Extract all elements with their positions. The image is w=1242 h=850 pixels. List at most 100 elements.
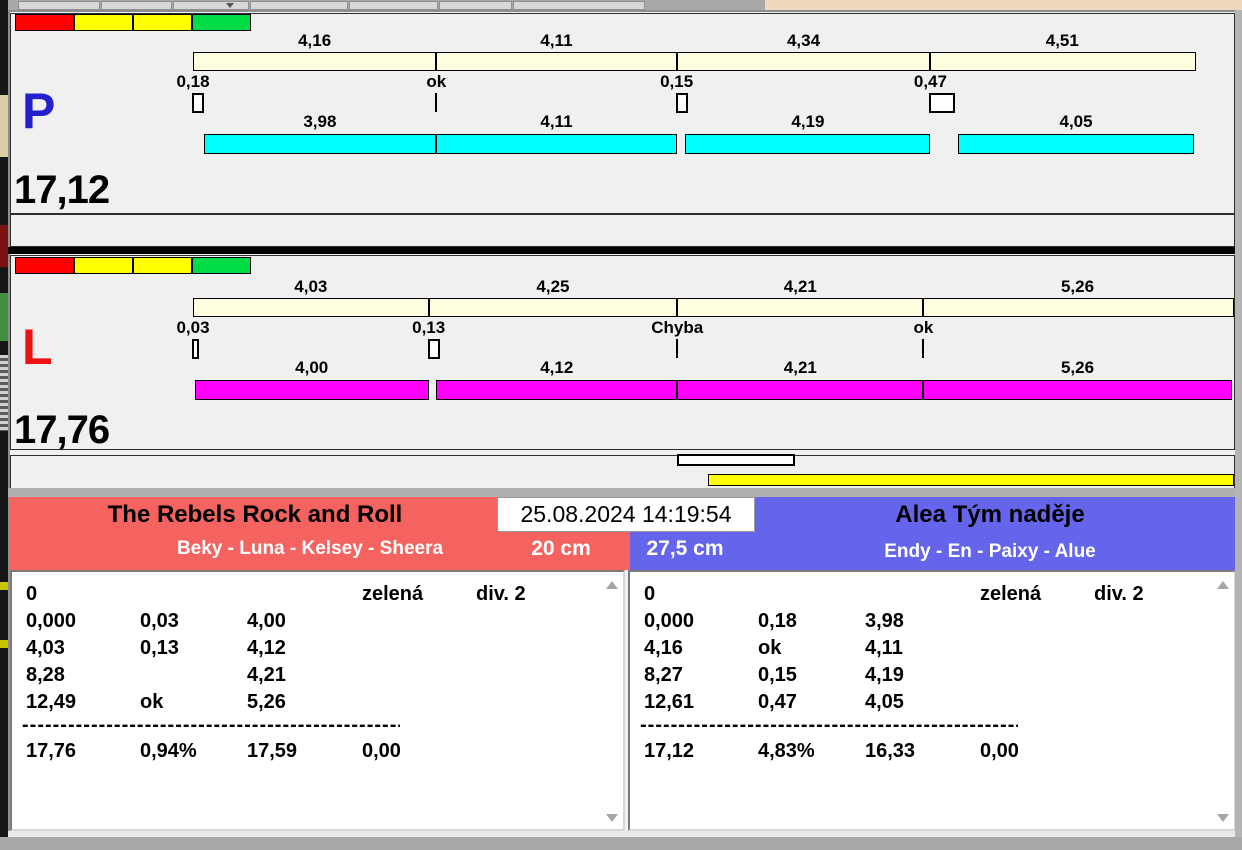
dog-time-label: 4,11 xyxy=(540,112,573,131)
run-indicator-box xyxy=(15,257,74,274)
results-separator: ----------------------------------------… xyxy=(22,714,400,736)
scroll-down-icon[interactable] xyxy=(606,814,618,822)
result-cell: 4,00 xyxy=(247,610,286,632)
run-indicator-box xyxy=(133,257,192,274)
change-marker-box xyxy=(192,339,199,359)
left-strip-fragment xyxy=(0,293,8,341)
dropdown-arrow-icon[interactable] xyxy=(226,3,234,8)
dog-run-bar-segment xyxy=(194,380,429,400)
results-panel-right[interactable]: 0 zelená div. 2 0,000 0,18 3,98 4,16 ok 4,11 8,27… xyxy=(628,570,1236,831)
result-cell: 0,18 xyxy=(758,610,797,632)
result-total-cell: 0,94% xyxy=(140,740,197,762)
background-toolbar-segment xyxy=(18,1,100,10)
split-time-label: 4,25 xyxy=(536,277,570,296)
result-cell: 5,26 xyxy=(247,691,286,713)
dog-run-bar-segment xyxy=(685,134,931,154)
timestamp: 25.08.2024 14:19:54 xyxy=(497,497,755,532)
black-separator-bar xyxy=(8,247,1235,254)
split-time-bar xyxy=(193,52,1197,71)
result-cell: ok xyxy=(758,637,782,659)
dog-time-label: 4,21 xyxy=(783,358,817,377)
result-cell: ok xyxy=(140,691,164,713)
scroll-up-icon[interactable] xyxy=(1217,581,1229,589)
change-time-label: 0,13 xyxy=(412,318,446,337)
left-strip-fragment xyxy=(0,95,8,157)
left-strip-fragment xyxy=(0,582,8,590)
split-time-label: 4,11 xyxy=(540,31,573,50)
results-separator: ----------------------------------------… xyxy=(640,714,1018,736)
run-indicator-box xyxy=(15,14,74,31)
result-cell: 0,13 xyxy=(140,637,179,659)
scoreboard-divider-band xyxy=(8,488,1235,497)
background-toolbar-segment xyxy=(513,1,645,10)
change-time-label: 0,47 xyxy=(913,72,947,91)
split-time-bar xyxy=(193,298,1234,317)
result-cell: zelená xyxy=(980,583,1042,605)
split-bar-divider xyxy=(929,52,932,71)
split-time-label: 5,26 xyxy=(1060,277,1095,296)
result-cell: 3,98 xyxy=(865,610,904,632)
lane-p-total: 17,12 xyxy=(14,168,110,212)
scroll-up-icon[interactable] xyxy=(606,581,618,589)
run-indicator-box xyxy=(192,14,251,31)
team-name-left: The Rebels Rock and Roll xyxy=(107,501,403,528)
dog-time-label: 4,00 xyxy=(295,358,329,377)
result-total-cell: 17,12 xyxy=(644,740,695,762)
dog-run-bar-segment xyxy=(957,134,1195,154)
result-cell: 8,28 xyxy=(26,664,65,686)
dog-run-bar-segment xyxy=(677,380,924,400)
split-time-label: 4,03 xyxy=(294,277,328,296)
jump-height-right: 27,5 cm xyxy=(646,537,724,560)
background-toolbar-segment xyxy=(439,1,512,10)
change-marker-box xyxy=(675,93,688,113)
white-marker-box xyxy=(677,454,795,466)
left-strip-fragment xyxy=(0,355,8,431)
split-bar-divider xyxy=(427,298,430,317)
dog-run-bar-segment xyxy=(436,380,678,400)
run-indicator-box xyxy=(74,14,133,31)
dog-run-bar-segment xyxy=(203,134,437,154)
result-cell: div. 2 xyxy=(476,583,526,605)
lane-l-letter: L xyxy=(22,319,53,375)
split-bar-divider xyxy=(675,52,678,71)
dog-time-label: 4,19 xyxy=(791,112,825,131)
left-strip-fragment xyxy=(0,225,8,267)
change-time-label: ok xyxy=(426,72,447,91)
background-toolbar-segment xyxy=(349,1,438,10)
change-time-label: 0,03 xyxy=(176,318,210,337)
taskbar-strip xyxy=(0,837,1242,850)
background-toolbar-segment xyxy=(101,1,172,10)
split-time-label: 4,16 xyxy=(298,31,332,50)
dog-run-bar-segment xyxy=(436,134,677,154)
split-bar-divider xyxy=(435,52,438,71)
result-cell: 0,03 xyxy=(140,610,179,632)
result-cell: 12,61 xyxy=(644,691,695,713)
split-time-label: 4,21 xyxy=(783,277,817,296)
result-total-cell: 17,59 xyxy=(247,740,298,762)
flyball-timing-screen: P 17,12 L 17,76 The Rebels Rock and Roll… xyxy=(0,0,1242,850)
between-lanes-strip xyxy=(10,214,1235,247)
result-cell: 4,12 xyxy=(247,637,286,659)
result-total-cell: 16,33 xyxy=(865,740,916,762)
result-cell: 0,000 xyxy=(644,610,695,632)
dog-time-label: 4,05 xyxy=(1059,112,1093,131)
scroll-down-icon[interactable] xyxy=(1217,814,1229,822)
result-total-cell: 0,00 xyxy=(362,740,401,762)
change-marker-tick xyxy=(435,93,438,112)
result-cell: 0,47 xyxy=(758,691,797,713)
split-bar-divider xyxy=(922,298,925,317)
yellow-progress-bar xyxy=(708,474,1234,486)
dog-time-label: 4,12 xyxy=(540,358,574,377)
result-cell: zelená xyxy=(362,583,424,605)
result-cell: 4,16 xyxy=(644,637,683,659)
results-panel-left[interactable]: 0 zelená div. 2 0,000 0,03 4,00 4,03 0,13 4,12 8,… xyxy=(10,570,625,831)
dog-time-label: 3,98 xyxy=(303,112,337,131)
team-dogs-right: Endy - En - Paixy - Alue xyxy=(884,541,1096,562)
change-time-label: 0,18 xyxy=(176,72,210,91)
result-cell: 0,000 xyxy=(26,610,77,632)
change-marker-box xyxy=(929,93,956,113)
result-total-cell: 0,00 xyxy=(980,740,1019,762)
result-cell: 0 xyxy=(644,583,656,605)
change-time-label: ok xyxy=(913,318,934,337)
change-time-label: Chyba xyxy=(651,318,704,337)
